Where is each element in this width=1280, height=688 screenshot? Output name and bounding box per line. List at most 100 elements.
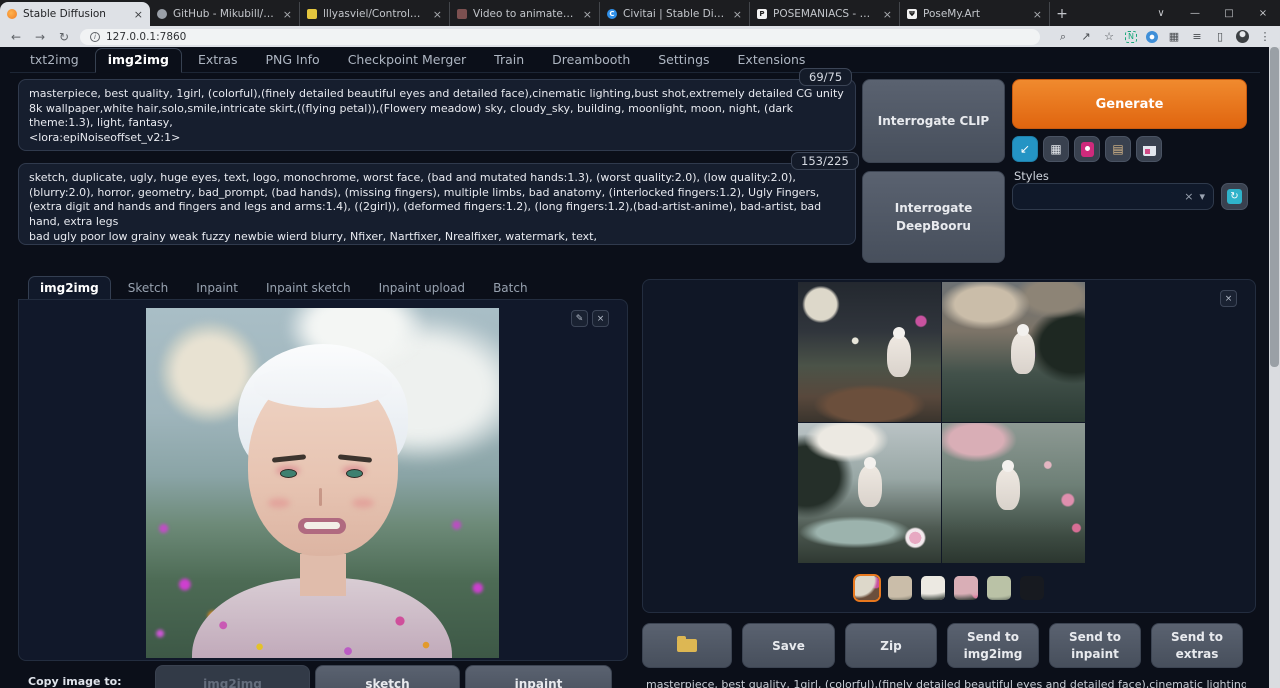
results-gallery-panel: ×	[642, 279, 1256, 613]
tab-close-icon[interactable]: ×	[883, 8, 892, 21]
result-image-3[interactable]	[798, 423, 941, 563]
thumbnail-image	[954, 576, 978, 600]
forward-icon[interactable]: →	[32, 30, 48, 44]
bookmark-star-icon[interactable]: ☆	[1102, 30, 1116, 43]
tab-close-icon[interactable]: ×	[733, 8, 742, 21]
result-image-4[interactable]	[942, 423, 1085, 563]
interrogate-deepbooru-button[interactable]: Interrogate DeepBooru	[862, 171, 1005, 263]
reading-list-icon[interactable]: ≡	[1190, 30, 1204, 43]
tab-mode-inpaint-sketch[interactable]: Inpaint sketch	[255, 277, 362, 301]
tab-close-icon[interactable]: ×	[1033, 8, 1042, 21]
tab-mode-batch[interactable]: Batch	[482, 277, 539, 301]
negative-token-counter: 153/225	[791, 152, 859, 170]
copy-to-sketch-button[interactable]: sketch	[315, 665, 460, 688]
tab-img2img[interactable]: img2img	[95, 48, 182, 73]
browser-tab-stable-diffusion[interactable]: Stable Diffusion ×	[0, 2, 150, 26]
browser-menu-icon[interactable]: ⋮	[1258, 30, 1272, 43]
tab-close-icon[interactable]: ×	[583, 8, 592, 21]
negative-prompt-input[interactable]: sketch, duplicate, ugly, huge eyes, text…	[18, 163, 856, 245]
browser-tab-posemyart[interactable]: Ψ PoseMy.Art ×	[900, 2, 1050, 26]
share-icon[interactable]: ↗	[1079, 30, 1093, 43]
tab-checkpoint-merger[interactable]: Checkpoint Merger	[336, 49, 478, 72]
page-scrollbar[interactable]	[1269, 47, 1280, 688]
img2img-source-image[interactable]	[146, 308, 499, 658]
generate-button[interactable]: Generate	[1012, 79, 1247, 129]
thumbnail-2[interactable]	[886, 574, 914, 602]
result-image-grid[interactable]	[798, 282, 1085, 564]
send-to-img2img-button[interactable]: Send to img2img	[947, 623, 1039, 668]
tab-close-icon[interactable]: ×	[134, 8, 143, 21]
result-image-1[interactable]	[798, 282, 941, 422]
edit-image-button[interactable]: ✎	[571, 310, 588, 327]
extensions-puzzle-icon[interactable]: ▦	[1167, 30, 1181, 43]
save-style-button[interactable]	[1136, 136, 1162, 162]
open-folder-button[interactable]	[642, 623, 732, 668]
extension-blue-icon[interactable]	[1146, 31, 1158, 43]
copy-image-to-label: Copy image to:	[28, 675, 122, 688]
close-button[interactable]: ×	[1246, 8, 1280, 19]
copy-to-img2img-button[interactable]: img2img	[155, 665, 310, 688]
site-info-icon[interactable]: i	[90, 32, 100, 42]
prompt-input[interactable]: masterpiece, best quality, 1girl, (color…	[18, 79, 856, 151]
chevron-down-icon[interactable]: ▾	[1199, 190, 1205, 203]
browser-tab-civitai[interactable]: C Civitai | Stable Diffusion models ×	[600, 2, 750, 26]
extra-networks-button[interactable]	[1074, 136, 1100, 162]
thumbnail-1-selected[interactable]	[853, 574, 881, 602]
send-to-extras-button[interactable]: Send to extras	[1151, 623, 1243, 668]
tab-settings[interactable]: Settings	[646, 49, 721, 72]
tab-mode-sketch[interactable]: Sketch	[117, 277, 179, 301]
remove-image-button[interactable]: ×	[592, 310, 609, 327]
maximize-button[interactable]: □	[1212, 8, 1246, 19]
copy-to-inpaint-button[interactable]: inpaint	[465, 665, 612, 688]
browser-tab-video-gif[interactable]: Video to animated GIF converter ×	[450, 2, 600, 26]
portrait-cheek	[352, 498, 374, 508]
profile-avatar[interactable]	[1236, 30, 1249, 43]
tab-txt2img[interactable]: txt2img	[18, 49, 91, 72]
refresh-icon[interactable]: ↻	[56, 30, 72, 44]
portrait-neck	[300, 554, 346, 596]
tab-close-icon[interactable]: ×	[283, 8, 292, 21]
posemaniacs-favicon: P	[757, 9, 767, 19]
tab-mode-img2img[interactable]: img2img	[28, 276, 111, 301]
zoom-icon[interactable]: ⌕	[1056, 30, 1070, 44]
tab-title: POSEMANIACS - Royalty free 3	[773, 8, 877, 20]
side-panel-icon[interactable]: ▯	[1213, 30, 1227, 43]
zip-button[interactable]: Zip	[845, 623, 937, 668]
new-tab-button[interactable]: +	[1050, 2, 1074, 26]
portrait-nose	[319, 488, 322, 506]
browser-tab-controlnet[interactable]: lllyasviel/ControlNet at main ×	[300, 2, 450, 26]
address-bar[interactable]: i 127.0.0.1:7860	[80, 29, 1040, 45]
tab-close-icon[interactable]: ×	[433, 8, 442, 21]
result-image-2[interactable]	[942, 282, 1085, 422]
styles-dropdown[interactable]: × ▾	[1012, 183, 1214, 210]
tab-search-icon[interactable]: ∨	[1144, 8, 1178, 19]
minimize-button[interactable]: —	[1178, 8, 1212, 19]
extension-n-icon[interactable]: N	[1125, 31, 1137, 43]
back-icon[interactable]: ←	[8, 30, 24, 44]
clear-prompt-button[interactable]: ▦	[1043, 136, 1069, 162]
scrollbar-thumb[interactable]	[1270, 47, 1279, 367]
browser-tab-posemaniacs[interactable]: P POSEMANIACS - Royalty free 3 ×	[750, 2, 900, 26]
send-to-inpaint-button[interactable]: Send to inpaint	[1049, 623, 1141, 668]
tab-train[interactable]: Train	[482, 49, 536, 72]
tab-mode-inpaint-upload[interactable]: Inpaint upload	[368, 277, 476, 301]
tab-extras[interactable]: Extras	[186, 49, 250, 72]
tab-png-info[interactable]: PNG Info	[253, 49, 331, 72]
apply-style-button[interactable]: ▤	[1105, 136, 1131, 162]
clipboard-icon: ▤	[1112, 142, 1123, 156]
close-gallery-button[interactable]: ×	[1220, 290, 1237, 307]
thumbnail-image	[855, 576, 879, 600]
tab-mode-inpaint[interactable]: Inpaint	[185, 277, 249, 301]
thumbnail-3[interactable]	[919, 574, 947, 602]
browser-tab-github[interactable]: GitHub - Mikubill/sd-webui-con ×	[150, 2, 300, 26]
paste-generation-params-button[interactable]: ↙	[1012, 136, 1038, 162]
interrogate-clip-button[interactable]: Interrogate CLIP	[862, 79, 1005, 163]
generation-info-text: masterpiece, best quality, 1girl, (color…	[646, 678, 1246, 688]
thumbnail-4[interactable]	[952, 574, 980, 602]
clear-selection-icon[interactable]: ×	[1184, 190, 1193, 203]
tab-dreambooth[interactable]: Dreambooth	[540, 49, 642, 72]
save-button[interactable]: Save	[742, 623, 835, 668]
thumbnail-5[interactable]	[985, 574, 1013, 602]
thumbnail-6[interactable]	[1018, 574, 1046, 602]
refresh-styles-button[interactable]: ↻	[1221, 183, 1248, 210]
